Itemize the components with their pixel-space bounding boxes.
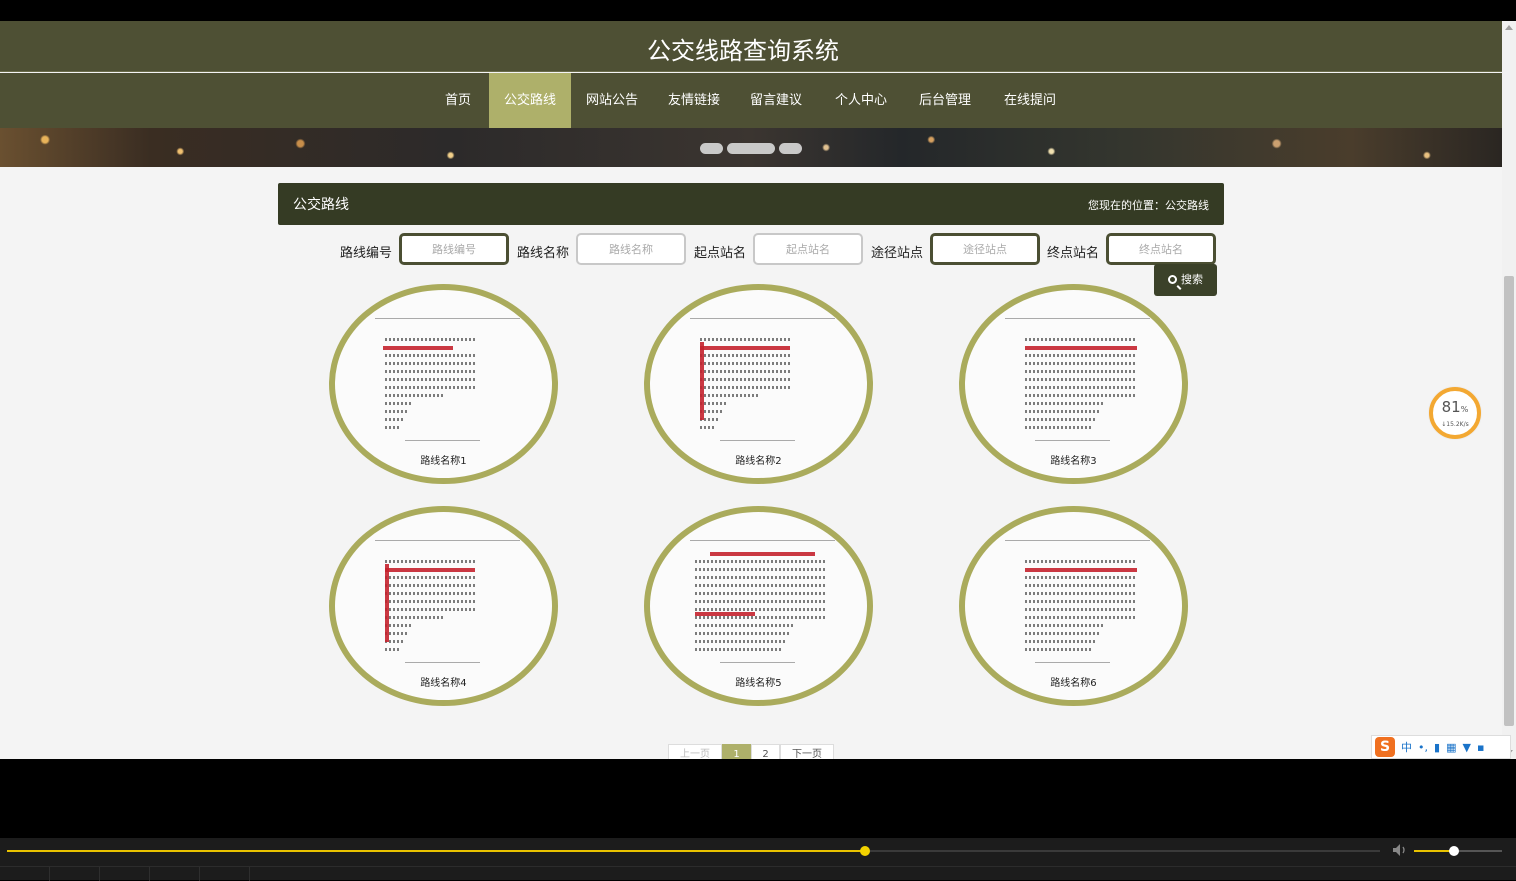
breadcrumb: 您现在的位置：公交路线 — [1088, 199, 1209, 212]
punctuation-icon[interactable]: •, — [1418, 741, 1428, 754]
player-toolbar — [0, 866, 1516, 881]
player-control[interactable] — [150, 867, 200, 881]
nav-item-admin[interactable]: 后台管理 — [911, 73, 979, 128]
download-rate: ↓15.2K/s — [1441, 421, 1469, 428]
nav-item-home[interactable]: 首页 — [434, 73, 482, 128]
nav-item-friend-links[interactable]: 友情链接 — [660, 73, 728, 128]
route-name-input[interactable] — [576, 233, 686, 265]
route-name[interactable]: 路线名称5 — [650, 674, 867, 689]
speed-percent: 81% — [1433, 398, 1477, 416]
screen: 公交线路查询系统 首页 公交路线 网站公告 友情链接 留言建议 个人中心 后台管… — [0, 0, 1516, 881]
page-2-button[interactable]: 2 — [751, 744, 780, 759]
next-page-button[interactable]: 下一页 — [780, 744, 834, 759]
nav-item-profile[interactable]: 个人中心 — [827, 73, 895, 128]
network-speed-widget[interactable]: 81% ↓15.2K/s — [1429, 387, 1481, 439]
nav-item-feedback[interactable]: 留言建议 — [742, 73, 810, 128]
progress-fill — [7, 850, 866, 852]
search-icon — [1168, 275, 1177, 284]
nav-item-bus-routes[interactable]: 公交路线 — [489, 73, 571, 128]
route-number-label: 路线编号 — [340, 246, 393, 261]
via-stations-label: 途径站点 — [871, 246, 924, 261]
skin-icon[interactable]: ▼ — [1462, 741, 1470, 754]
via-stations-input[interactable] — [930, 233, 1040, 265]
scroll-up-icon[interactable] — [1505, 25, 1513, 30]
carousel-dot-1[interactable] — [700, 143, 723, 154]
keyboard-icon[interactable]: ▦ — [1446, 741, 1456, 754]
route-schedule-image — [690, 532, 835, 663]
panel-header: 公交路线 您现在的位置：公交路线 — [278, 183, 1224, 225]
route-schedule-image — [375, 310, 520, 441]
speed-percent-unit: % — [1460, 405, 1469, 414]
route-name[interactable]: 路线名称4 — [335, 674, 552, 689]
video-player-controls — [0, 838, 1516, 881]
nav-item-announcements[interactable]: 网站公告 — [578, 73, 646, 128]
page-1-button[interactable]: 1 — [722, 744, 751, 759]
ime-toolbar[interactable]: S 中 •, ▮ ▦ ▼ ▪ — [1371, 735, 1511, 759]
player-control[interactable] — [100, 867, 150, 881]
page-scrollbar[interactable] — [1502, 21, 1516, 759]
ime-mode[interactable]: 中 — [1401, 739, 1412, 755]
panel-title: 公交路线 — [293, 197, 349, 213]
route-schedule-image — [1005, 532, 1150, 663]
grid-menu-icon[interactable]: ▪ — [1477, 741, 1484, 754]
route-name-label: 路线名称 — [517, 246, 570, 261]
route-schedule-image — [375, 532, 520, 663]
player-control[interactable] — [50, 867, 100, 881]
speed-percent-value: 81 — [1441, 398, 1461, 416]
pagination: 上一页 1 2 下一页 — [668, 744, 834, 759]
route-card[interactable]: 路线名称6 — [959, 506, 1188, 706]
player-control[interactable] — [200, 867, 250, 881]
prev-page-button[interactable]: 上一页 — [668, 744, 722, 759]
volume-handle[interactable] — [1448, 846, 1459, 856]
nav-item-online-question[interactable]: 在线提问 — [996, 73, 1064, 128]
player-control[interactable] — [0, 867, 50, 881]
main-nav: 首页 公交路线 网站公告 友情链接 留言建议 个人中心 后台管理 在线提问 — [0, 73, 1502, 128]
end-station-input[interactable] — [1106, 233, 1216, 265]
progress-handle[interactable] — [860, 846, 871, 856]
microphone-icon[interactable]: ▮ — [1434, 741, 1440, 754]
volume-icon[interactable] — [1392, 843, 1408, 857]
route-schedule-image — [1005, 310, 1150, 441]
sogou-logo-icon[interactable]: S — [1375, 737, 1395, 757]
carousel-dot-3[interactable] — [779, 143, 802, 154]
search-button[interactable]: 搜索 — [1154, 264, 1217, 296]
route-number-input[interactable] — [399, 233, 509, 265]
start-station-label: 起点站名 — [694, 246, 747, 261]
route-card[interactable]: 路线名称5 — [644, 506, 873, 706]
route-name[interactable]: 路线名称1 — [335, 452, 552, 467]
route-name[interactable]: 路线名称3 — [965, 452, 1182, 467]
browser-page: 公交线路查询系统 首页 公交路线 网站公告 友情链接 留言建议 个人中心 后台管… — [0, 21, 1502, 759]
volume-fill — [1414, 850, 1454, 852]
site-title: 公交线路查询系统 — [647, 37, 839, 65]
route-card[interactable]: 路线名称1 — [329, 284, 558, 484]
end-station-label: 终点站名 — [1047, 246, 1100, 261]
route-card[interactable]: 路线名称4 — [329, 506, 558, 706]
scrollbar-thumb[interactable] — [1504, 276, 1514, 726]
route-card[interactable]: 路线名称2 — [644, 284, 873, 484]
route-schedule-image — [690, 310, 835, 441]
start-station-input[interactable] — [753, 233, 863, 265]
site-header: 公交线路查询系统 — [0, 21, 1502, 72]
route-card[interactable]: 路线名称3 — [959, 284, 1188, 484]
carousel-dot-2[interactable] — [727, 143, 775, 154]
route-name[interactable]: 路线名称2 — [650, 452, 867, 467]
banner-image — [0, 128, 1502, 167]
search-button-label: 搜索 — [1181, 273, 1203, 286]
route-name[interactable]: 路线名称6 — [965, 674, 1182, 689]
